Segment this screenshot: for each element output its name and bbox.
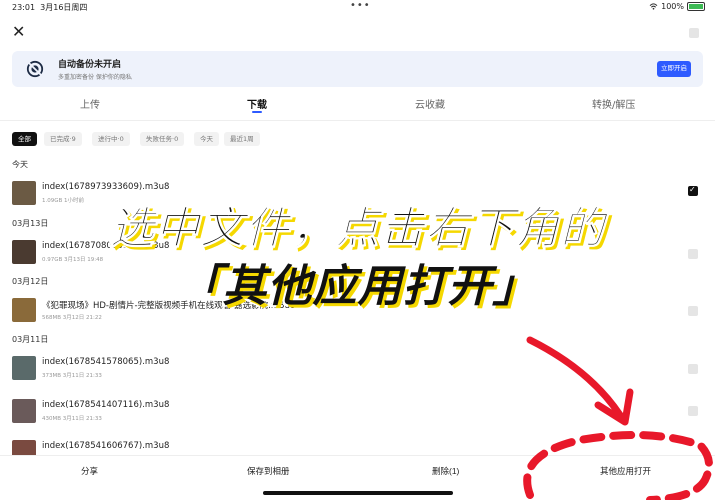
annotation-arrow-icon: [526, 336, 624, 419]
annotation-dashed-circle-icon: [523, 431, 713, 500]
red-annotation: [523, 336, 713, 500]
